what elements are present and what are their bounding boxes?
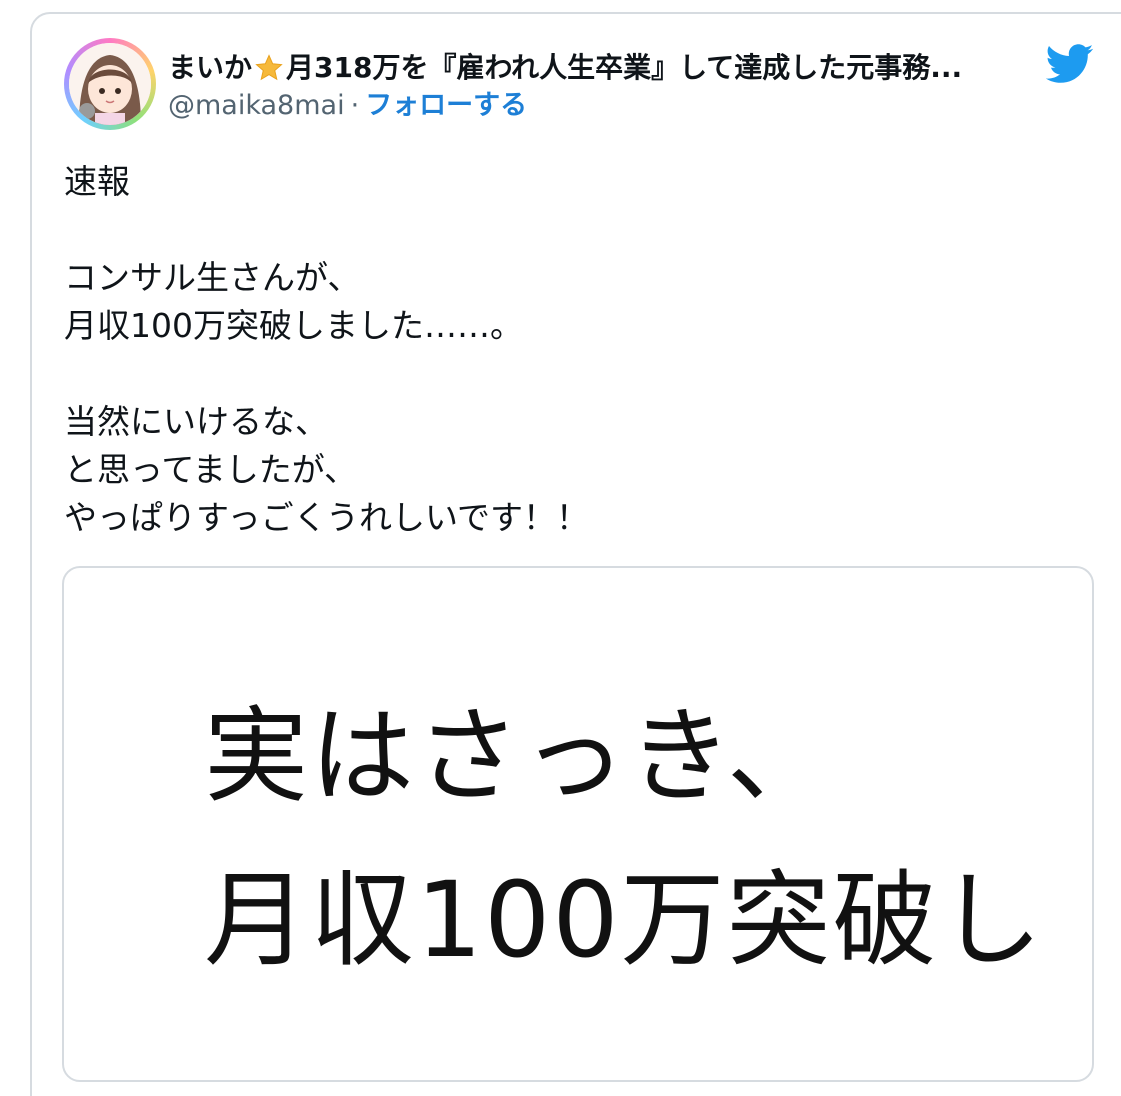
display-name-suffix: 月318万を『雇われ人生卒業』して達成した元事務...	[286, 51, 963, 84]
star-emoji-icon	[254, 53, 284, 83]
display-name[interactable]: まいか 月318万を『雇われ人生卒業』して達成した元事務...	[168, 48, 1038, 88]
twitter-bird-icon[interactable]	[1045, 44, 1094, 84]
display-name-prefix: まいか	[168, 51, 253, 84]
tweet-text: 速報 コンサル生さんが、 月収100万突破しました……。 当然にいけるな、 と思…	[64, 162, 590, 537]
user-handle[interactable]: @maika8mai	[168, 90, 345, 121]
media-text-line-1: 実はさっき、	[204, 695, 833, 817]
handle-separator: ·	[350, 90, 360, 121]
avatar[interactable]	[64, 38, 156, 130]
avatar-image	[69, 43, 151, 125]
media-text-line-2: 月収100万突破し	[204, 859, 1045, 981]
tweet-media-image[interactable]: 実はさっき、 月収100万突破し	[62, 566, 1094, 1082]
handle-row: @maika8mai · フォローする	[168, 88, 527, 124]
follow-link[interactable]: フォローする	[365, 90, 527, 121]
